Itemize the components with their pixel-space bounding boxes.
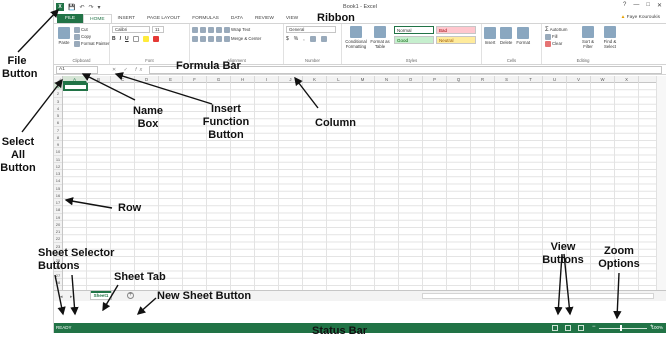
callout-insert-function-text: Insert Function Button: [202, 103, 250, 141]
callout-arrows: [17, 8, 622, 320]
arrow-insert-function: [114, 72, 213, 105]
annotated-excel-screenshot: { "window": { "title": "Book1 - Excel", …: [0, 0, 666, 339]
callout-sheet-selector: Sheet Selector Buttons: [38, 247, 116, 273]
arrow-row: [64, 197, 113, 209]
arrow-sheet-selector-2: [70, 274, 79, 316]
callout-name-box: Name Box: [133, 105, 163, 131]
callout-name-box-text: Name Box: [133, 105, 163, 130]
callout-column: Column: [315, 117, 356, 129]
arrow-sheet-tab: [102, 284, 119, 312]
callout-insert-function: Insert Function Button: [197, 103, 255, 142]
arrow-new-sheet: [136, 297, 157, 315]
arrow-file-button: [17, 8, 59, 53]
callout-select-all: Select All Button: [0, 136, 36, 175]
callout-sheet-selector-text: Sheet Selector Buttons: [38, 247, 115, 272]
callout-row: Row: [118, 202, 142, 214]
callout-view-buttons-text: View Buttons: [542, 241, 584, 266]
callout-zoom-options: Zoom Options: [598, 245, 640, 271]
callout-sheet-tab: Sheet Tab: [114, 271, 166, 283]
arrow-sheet-selector-1: [54, 274, 66, 316]
callout-new-sheet: New Sheet Button: [157, 290, 252, 302]
arrow-column: [294, 76, 319, 109]
callout-file-button: File Button: [2, 55, 38, 81]
callout-formula-bar: Formula Bar: [176, 60, 241, 72]
callout-select-all-text: Select All Button: [0, 136, 36, 174]
callout-zoom-options-text: Zoom Options: [598, 245, 640, 270]
callout-file-button-text: File Button: [2, 55, 38, 80]
arrow-zoom-options: [613, 272, 622, 320]
callout-ribbon: Ribbon: [317, 12, 355, 24]
arrow-select-all: [21, 78, 63, 133]
callout-status-bar: Status Bar: [312, 325, 368, 337]
callout-view-buttons: View Buttons: [540, 241, 586, 267]
